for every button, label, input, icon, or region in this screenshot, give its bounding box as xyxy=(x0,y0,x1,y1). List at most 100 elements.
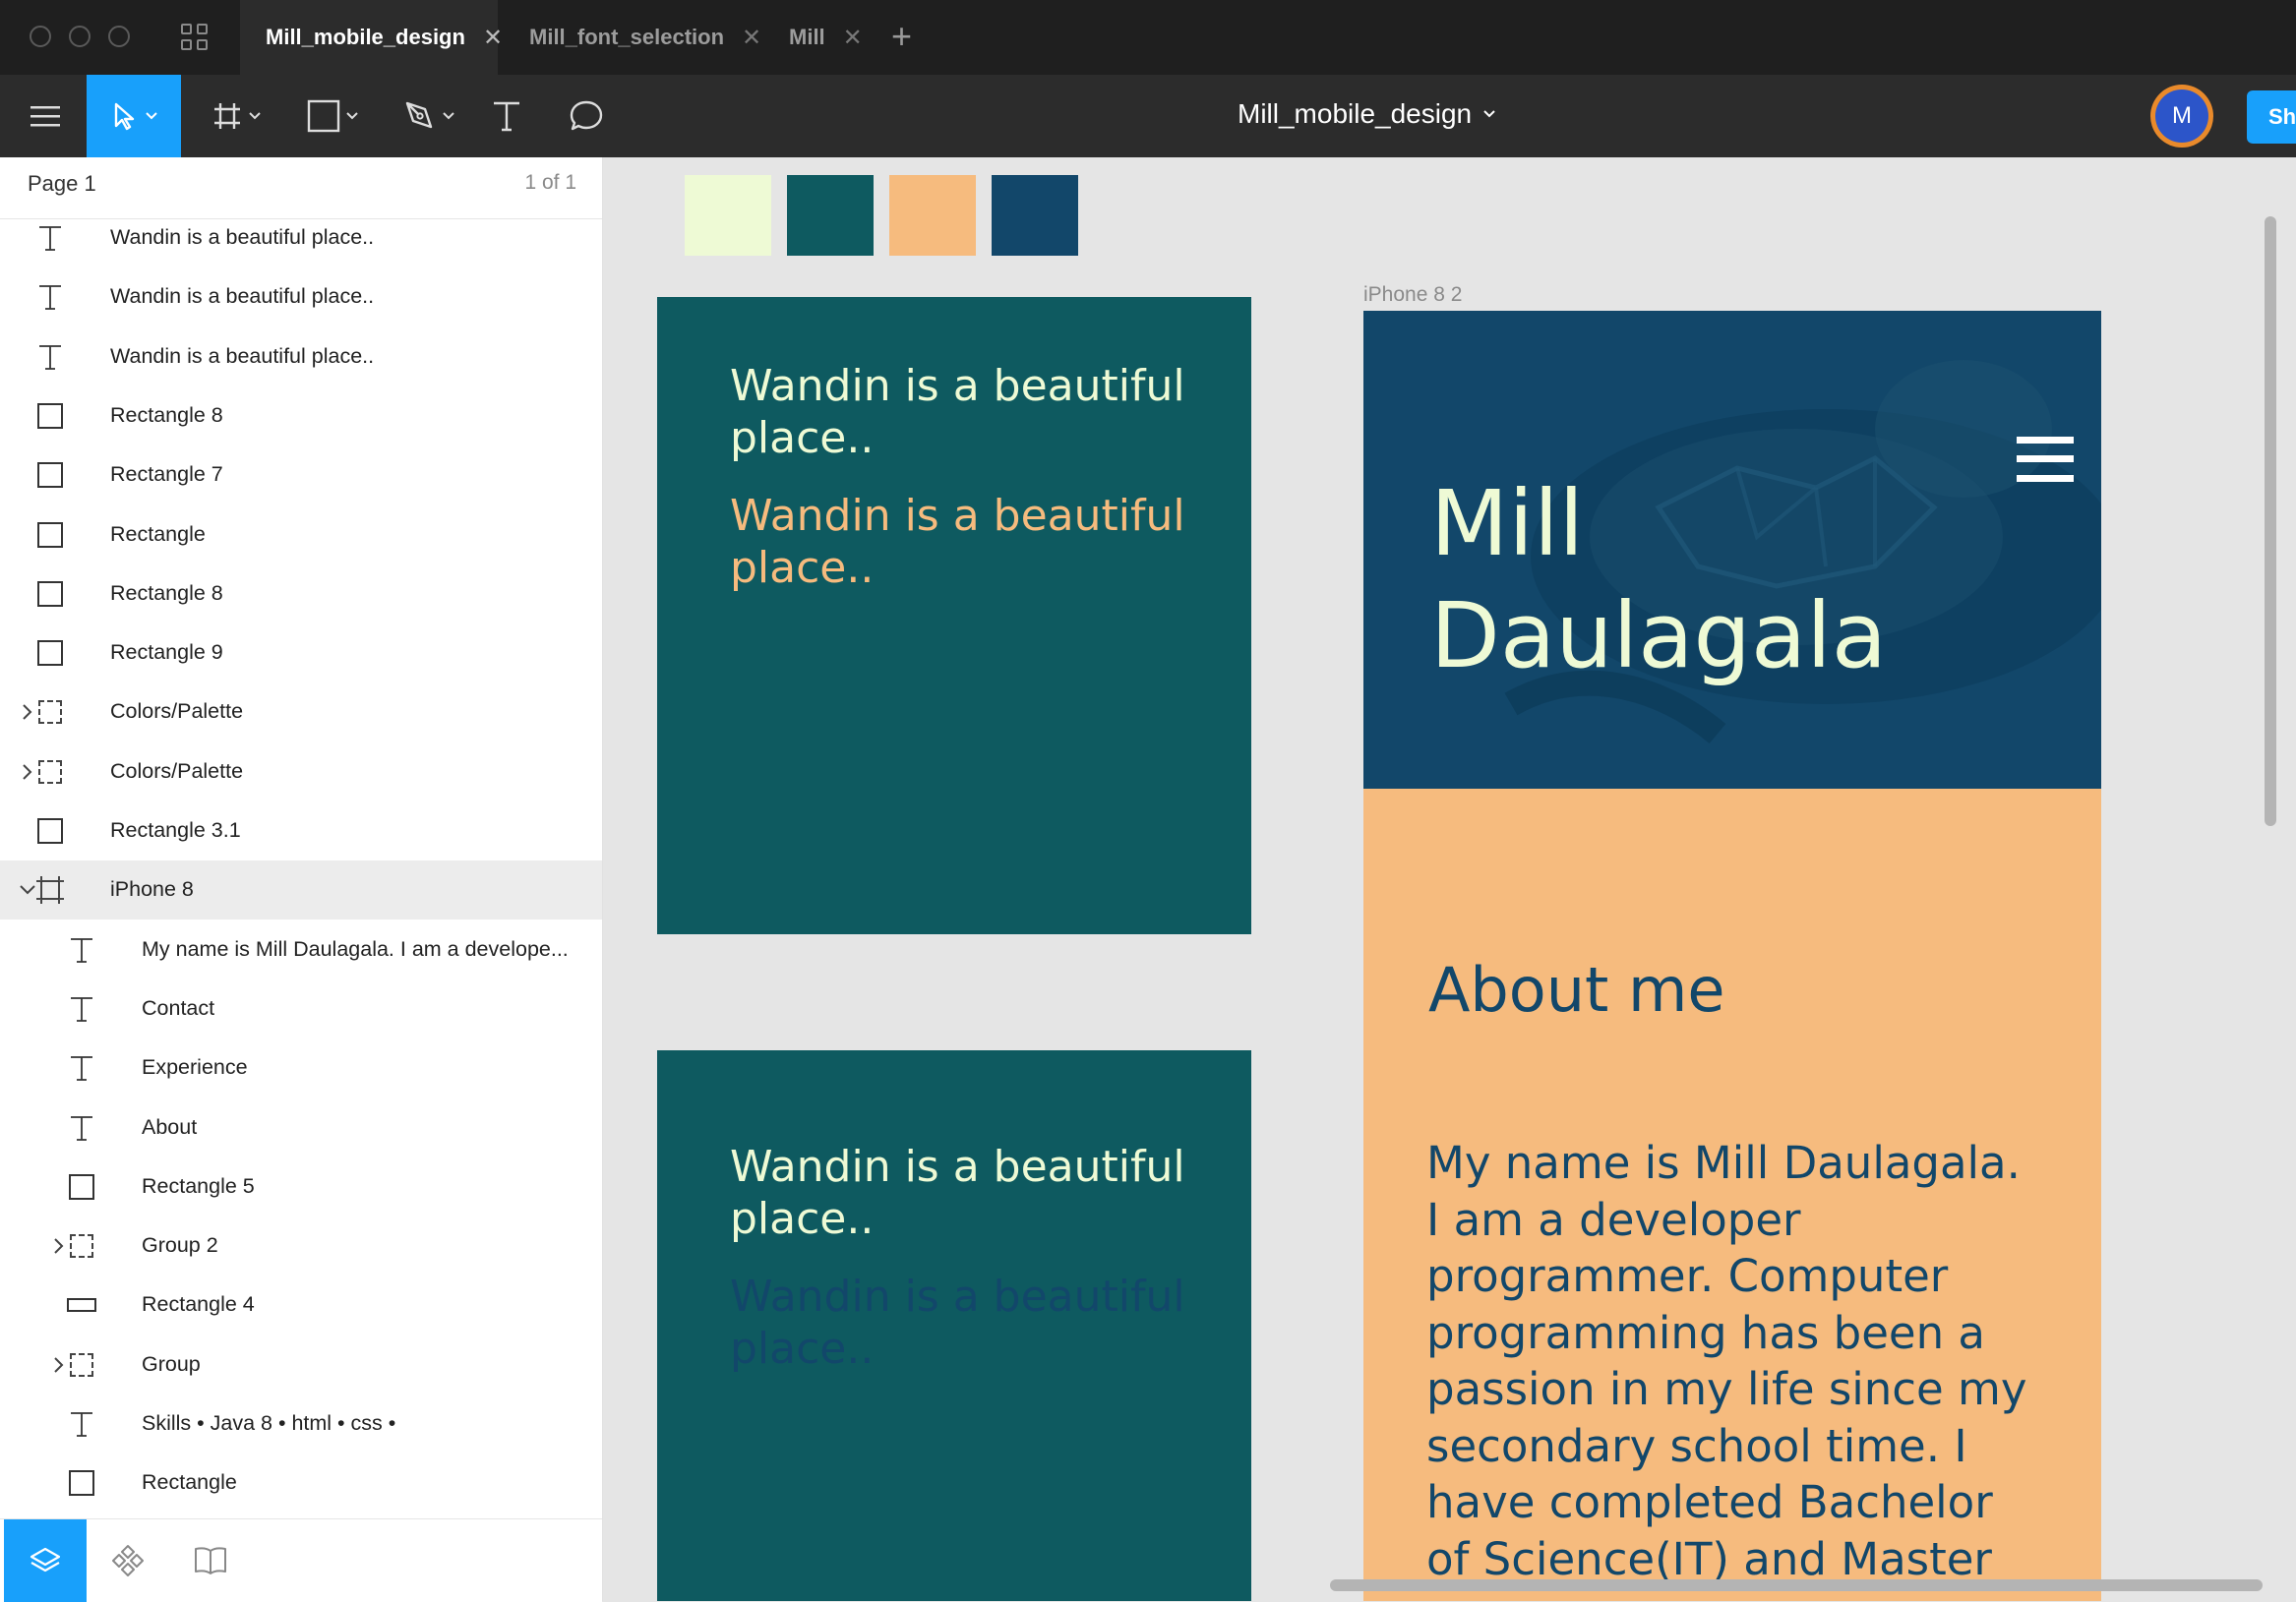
group-icon xyxy=(35,697,65,727)
close-tab-icon[interactable]: ✕ xyxy=(843,24,863,52)
chevron-down-icon xyxy=(443,112,454,120)
minimize-window-button[interactable] xyxy=(69,26,91,47)
layer-row[interactable]: Contact xyxy=(0,979,602,1038)
layer-label: My name is Mill Daulagala. I am a develo… xyxy=(142,936,569,961)
move-tool-button[interactable] xyxy=(87,75,181,157)
frame-tool-button[interactable] xyxy=(197,75,275,157)
assets-library-tab[interactable] xyxy=(169,1519,252,1602)
rectangle-icon xyxy=(35,579,65,609)
text-icon xyxy=(67,1409,96,1439)
library-book-icon xyxy=(195,1547,226,1574)
iphone-frame[interactable]: Mill Daulagala About me My name is Mill … xyxy=(1363,311,2101,1601)
text-icon xyxy=(494,101,519,132)
close-window-button[interactable] xyxy=(30,26,51,47)
close-tab-icon[interactable]: ✕ xyxy=(742,24,761,52)
user-avatar[interactable]: M xyxy=(2150,85,2213,148)
main-menu-hamburger-icon[interactable] xyxy=(20,75,71,157)
comment-icon xyxy=(570,100,603,131)
layers-tab[interactable] xyxy=(4,1519,87,1602)
shape-tool-button[interactable] xyxy=(291,75,374,157)
sample-text-peach[interactable]: Wandin is a beautiful place.. xyxy=(730,490,1192,594)
layer-row[interactable]: Wandin is a beautiful place.. xyxy=(0,208,602,267)
layer-row[interactable]: About xyxy=(0,1098,602,1157)
layer-row[interactable]: Rectangle 8 xyxy=(0,564,602,623)
sample-text-navy[interactable]: Wandin is a beautiful place.. xyxy=(730,1271,1192,1375)
text-sample-frame-1[interactable]: Wandin is a beautiful place.. Wandin is … xyxy=(657,297,1251,934)
layer-label: Group 2 xyxy=(142,1233,218,1258)
layer-row[interactable]: Rectangle 4 xyxy=(0,1276,602,1335)
layer-label: About xyxy=(142,1114,198,1139)
layer-label: Rectangle 7 xyxy=(110,462,223,487)
tab-label: Mill_mobile_design xyxy=(266,25,465,49)
new-tab-plus-icon[interactable]: + xyxy=(891,16,912,57)
comment-tool-button[interactable] xyxy=(561,75,612,157)
pen-tool-button[interactable] xyxy=(390,75,468,157)
share-button[interactable]: Sh xyxy=(2247,90,2296,144)
layer-row[interactable]: Rectangle 3.1 xyxy=(0,801,602,860)
layer-row[interactable]: Wandin is a beautiful place.. xyxy=(0,327,602,386)
chevron-down-icon xyxy=(249,112,261,120)
layer-row[interactable]: Colors/Palette xyxy=(0,682,602,742)
layers-panel: Page 1 1 of 1 Wandin is a beautiful plac… xyxy=(0,157,603,1602)
zoom-window-button[interactable] xyxy=(108,26,130,47)
chevron-down-icon xyxy=(346,112,358,120)
layer-label: Skills • Java 8 • html • css • xyxy=(142,1411,396,1435)
layer-label: Rectangle 8 xyxy=(110,402,223,427)
layer-label: iPhone 8 xyxy=(110,877,194,902)
pointer-icon xyxy=(114,102,135,131)
layer-row[interactable]: Rectangle 7 xyxy=(0,445,602,504)
rectangle-icon xyxy=(67,1172,96,1202)
layer-row[interactable]: Rectangle xyxy=(0,1454,602,1513)
layer-row[interactable]: Group 2 xyxy=(0,1216,602,1276)
text-icon xyxy=(67,994,96,1024)
chevron-down-icon xyxy=(146,112,157,120)
rectangle-icon xyxy=(35,816,65,846)
palette-swatch[interactable] xyxy=(889,175,976,256)
layer-row[interactable]: Rectangle 8 xyxy=(0,386,602,445)
components-tab[interactable] xyxy=(87,1519,169,1602)
layer-row[interactable]: My name is Mill Daulagala. I am a develo… xyxy=(0,920,602,979)
layer-row[interactable]: Skills • Java 8 • html • css • xyxy=(0,1394,602,1454)
file-browser-grid-icon[interactable] xyxy=(181,24,211,53)
sample-text-light[interactable]: Wandin is a beautiful place.. xyxy=(730,360,1192,464)
text-tool-button[interactable] xyxy=(482,75,531,157)
vertical-scrollbar[interactable] xyxy=(2265,216,2276,826)
layer-row[interactable]: Experience xyxy=(0,1038,602,1098)
palette-swatch[interactable] xyxy=(992,175,1078,256)
components-icon xyxy=(112,1545,144,1576)
group-icon xyxy=(35,757,65,787)
layer-row[interactable]: Rectangle 9 xyxy=(0,623,602,682)
sample-text-light[interactable]: Wandin is a beautiful place.. xyxy=(730,1141,1192,1245)
close-tab-icon[interactable]: ✕ xyxy=(483,24,503,52)
tab-mill-mobile-design[interactable]: Mill_mobile_design ✕ xyxy=(240,0,503,75)
layer-row[interactable]: Group xyxy=(0,1335,602,1394)
text-sample-frame-2[interactable]: Wandin is a beautiful place.. Wandin is … xyxy=(657,1050,1251,1601)
layer-label: Contact xyxy=(142,995,215,1020)
hamburger-menu-icon[interactable] xyxy=(2017,437,2074,482)
about-body-text[interactable]: My name is Mill Daulagala. I am a develo… xyxy=(1426,1135,2036,1587)
palette-swatch[interactable] xyxy=(685,175,771,256)
frame-icon xyxy=(35,875,65,905)
tab-mill[interactable]: Mill ✕ xyxy=(763,0,881,75)
layer-row[interactable]: Colors/Palette xyxy=(0,742,602,801)
rectangle-icon xyxy=(35,520,65,550)
about-section: About me My name is Mill Daulagala. I am… xyxy=(1363,789,2101,1601)
title-bar: Mill_mobile_design ✕ Mill_font_selection… xyxy=(0,0,2296,75)
horizontal-scrollbar[interactable] xyxy=(1330,1579,2263,1591)
about-heading[interactable]: About me xyxy=(1428,954,1725,1026)
palette-swatch[interactable] xyxy=(787,175,874,256)
layers-icon xyxy=(30,1547,61,1572)
layer-label: Rectangle xyxy=(110,521,206,546)
layer-label: Rectangle 8 xyxy=(110,580,223,605)
layer-row[interactable]: Rectangle 5 xyxy=(0,1157,602,1216)
hero-name-heading[interactable]: Mill Daulagala xyxy=(1430,468,1942,692)
document-title-menu[interactable]: Mill_mobile_design xyxy=(1238,98,1495,130)
text-icon xyxy=(35,223,65,253)
tab-mill-font-selection[interactable]: Mill_font_selection ✕ xyxy=(504,0,769,75)
rectangle-icon xyxy=(67,1468,96,1498)
layer-label: Rectangle xyxy=(142,1470,237,1495)
layer-row[interactable]: Wandin is a beautiful place.. xyxy=(0,267,602,326)
layer-row[interactable]: iPhone 8 xyxy=(0,860,602,920)
frame-label[interactable]: iPhone 8 2 xyxy=(1363,283,1462,307)
layer-row[interactable]: Rectangle xyxy=(0,505,602,564)
